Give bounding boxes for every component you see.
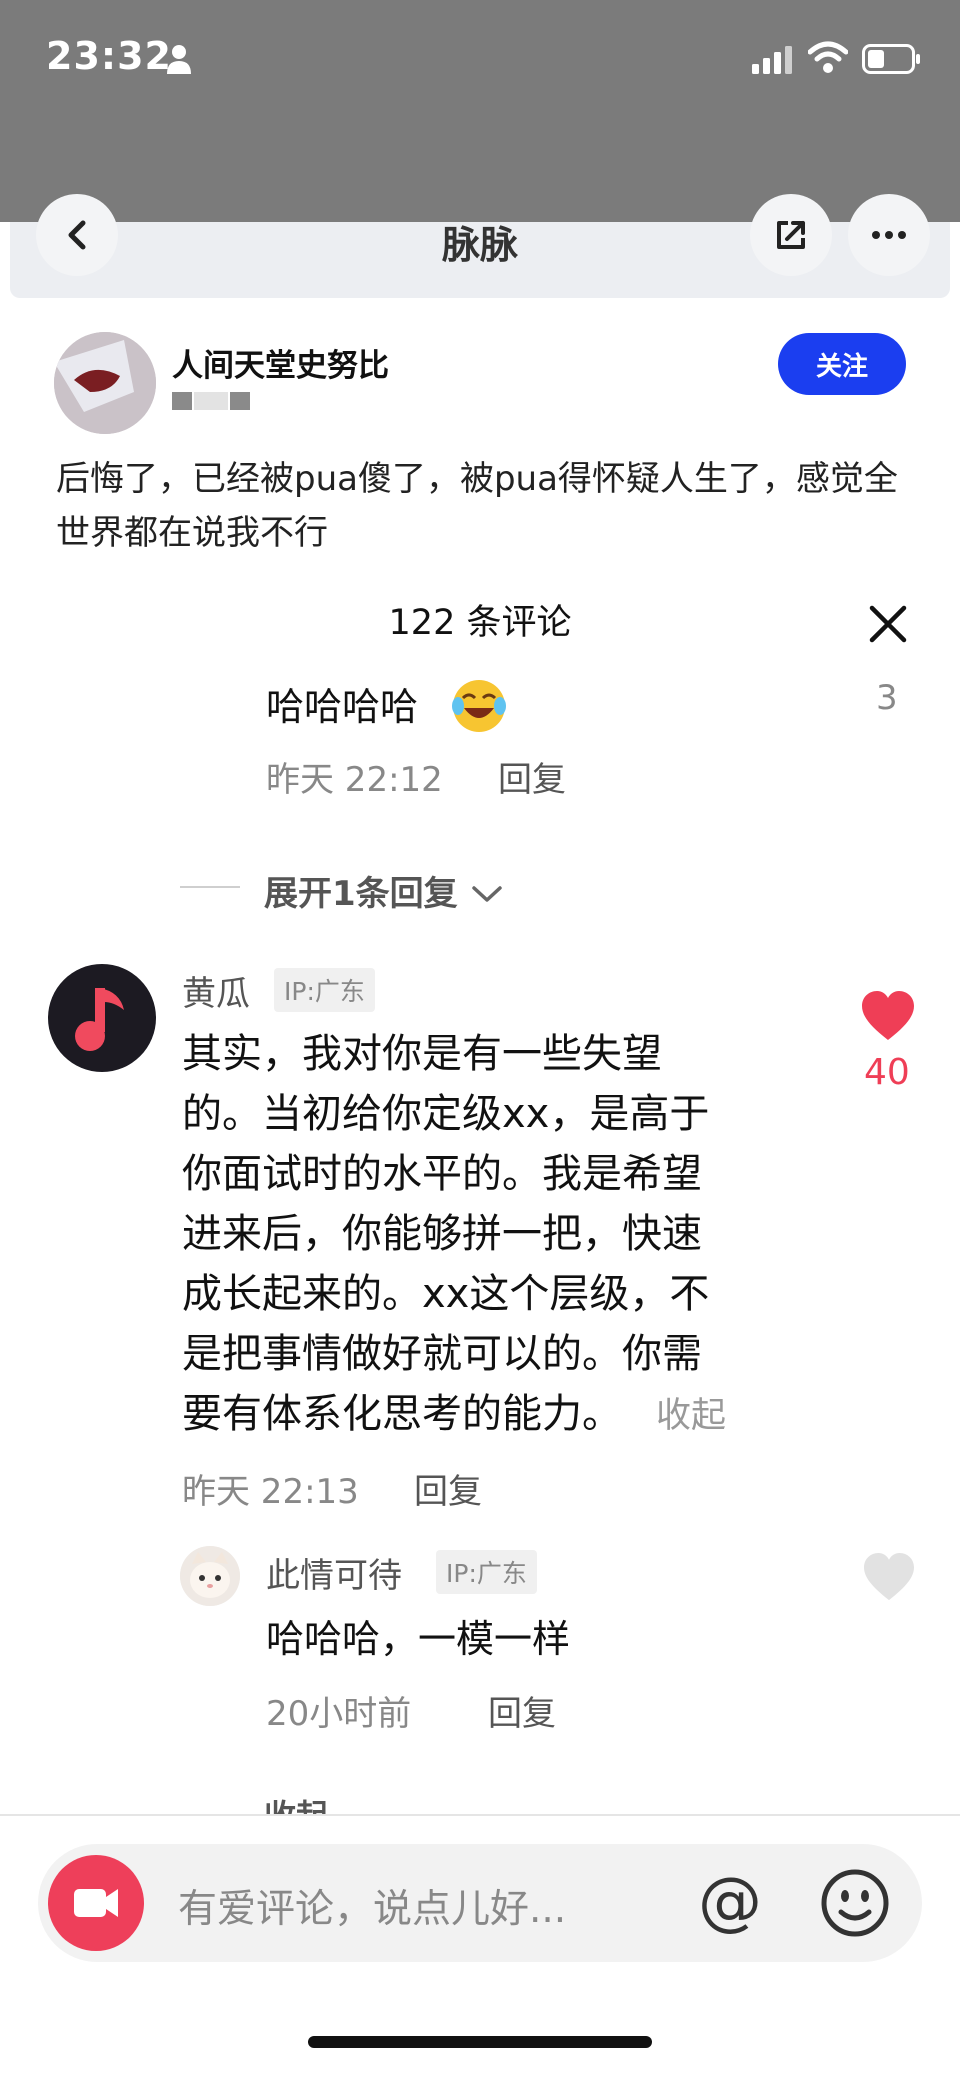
comment-input[interactable]: 有爱评论，说点儿好...: [178, 1878, 566, 1934]
commenter-avatar[interactable]: [48, 964, 156, 1072]
prev-reply-likes: 3: [876, 678, 898, 718]
prev-reply-text: 哈哈哈哈: [266, 685, 419, 729]
comment-line: 要有体系化思考的能力。 收起: [182, 1384, 782, 1446]
close-icon[interactable]: [866, 602, 910, 646]
heart-icon[interactable]: [860, 990, 916, 1042]
post-text: 后悔了，已经被pua傻了，被pua得怀疑人生了，感觉全世界都在说我不行: [56, 459, 898, 553]
follow-button[interactable]: 关注: [778, 333, 906, 395]
commenter-ip: IP:广东: [274, 968, 375, 1012]
author-badge: [172, 392, 250, 410]
expand-replies-button[interactable]: 展开1条回复: [264, 866, 504, 915]
sub-reply-time: 20小时前: [266, 1694, 412, 1734]
sub-reply-user[interactable]: 此情可待: [266, 1548, 402, 1597]
comment-body: 其实，我对你是有一些失望 的。当初给你定级xx，是高于 你面试时的水平的。我是希…: [182, 1024, 782, 1446]
more-button[interactable]: [848, 194, 930, 276]
comment-line: 进来后，你能够拼一把，快速: [182, 1211, 702, 1257]
comment-line: 成长起来的。xx这个层级，不: [182, 1271, 710, 1317]
avatar-image: [54, 332, 156, 434]
laughing-emoji-icon: [452, 680, 506, 732]
comment-line: 其实，我对你是有一些失望: [182, 1031, 662, 1077]
collapse-replies-label: 收起: [264, 1796, 404, 1814]
sub-reply-avatar[interactable]: [180, 1546, 240, 1606]
sub-reply-text: 哈哈哈，一模一样: [266, 1617, 571, 1661]
battery-icon: [862, 44, 920, 74]
author-name[interactable]: 人间天堂史努比: [172, 340, 389, 385]
comment-line: 是把事情做好就可以的。你需: [182, 1331, 702, 1377]
wifi-icon: [808, 41, 848, 73]
collapse-inline-button[interactable]: 收起: [656, 1396, 726, 1436]
ip-tag: IP:广东: [436, 1550, 537, 1594]
collapse-replies-button[interactable]: 收起: [264, 1796, 404, 1814]
comment-line: 的。当初给你定级xx，是高于: [182, 1091, 710, 1137]
author-avatar[interactable]: [54, 332, 156, 434]
video-camera-icon: [74, 1889, 118, 1917]
mention-button[interactable]: @: [698, 1870, 762, 1934]
sub-reply-button[interactable]: 回复: [488, 1686, 556, 1735]
comment-reply-button[interactable]: 回复: [414, 1464, 482, 1513]
comment-likes: 40: [864, 1052, 910, 1093]
bottom-divider: [0, 1814, 960, 1816]
nav-bar: 脉脉: [10, 194, 950, 298]
cat-avatar-icon: [180, 1546, 240, 1606]
music-note-icon: [75, 988, 124, 1051]
video-button[interactable]: [48, 1855, 144, 1951]
share-button[interactable]: [750, 194, 832, 276]
sub-reply-ip: IP:广东: [436, 1550, 537, 1594]
home-indicator: [308, 2036, 652, 2048]
comment-time: 昨天 22:13: [182, 1472, 359, 1512]
prev-reply-button[interactable]: 回复: [498, 752, 566, 801]
comment-line-text: 要有体系化思考的能力。: [182, 1391, 622, 1437]
status-time: 23:32: [46, 34, 172, 78]
chevron-down-icon: [471, 886, 502, 902]
emoji-icon[interactable]: [820, 1868, 890, 1938]
heart-outline-icon[interactable]: [862, 1552, 916, 1602]
ip-tag: IP:广东: [274, 968, 375, 1012]
comments-count: 122 条评论: [388, 603, 572, 643]
more-icon: [872, 231, 906, 239]
person-icon: [167, 45, 191, 74]
commenter-name[interactable]: 黄瓜: [182, 966, 250, 1015]
comment-line: 你面试时的水平的。我是希望: [182, 1151, 702, 1197]
signal-icon: [752, 46, 792, 74]
expand-divider: [180, 886, 240, 888]
share-icon: [777, 221, 805, 249]
prev-reply-time: 昨天 22:12: [266, 760, 443, 800]
expand-replies-label: 展开1条回复: [264, 874, 458, 914]
